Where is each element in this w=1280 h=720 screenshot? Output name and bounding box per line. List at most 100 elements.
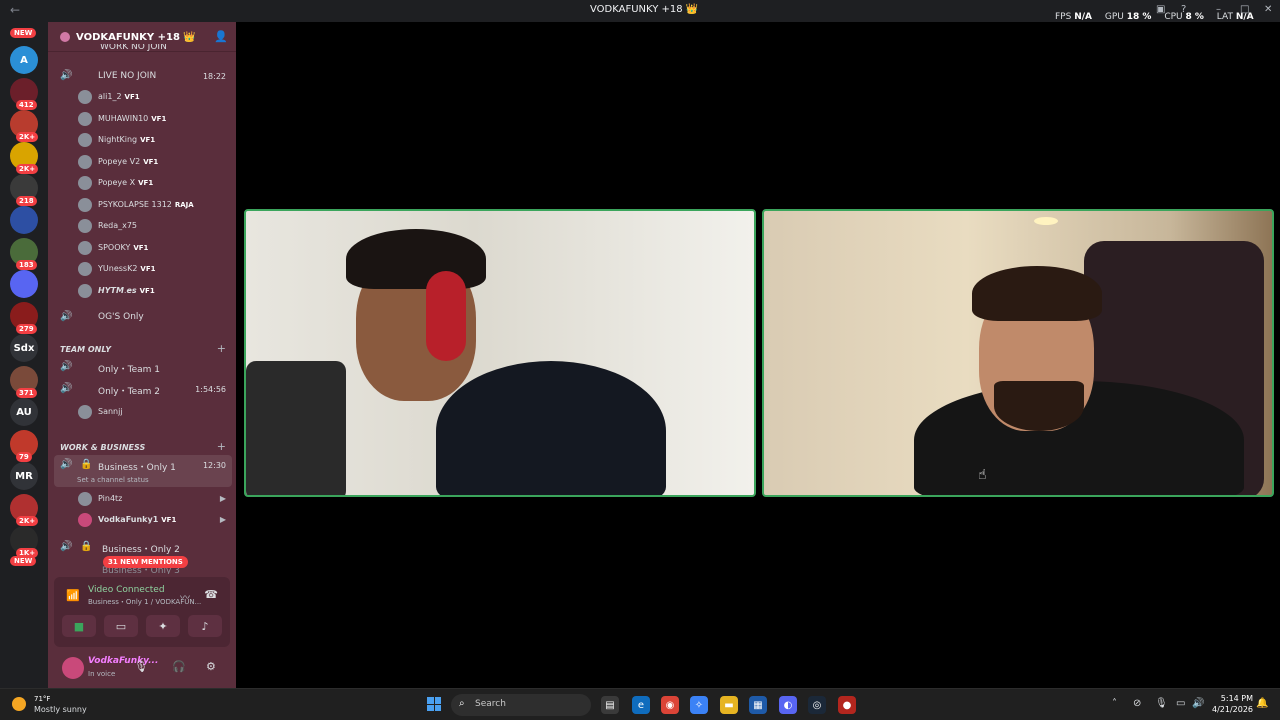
server-icon[interactable]: 183 (10, 238, 38, 270)
add-channel-icon[interactable]: + (217, 440, 226, 453)
notification-bell-icon[interactable]: 🔔 (1256, 698, 1268, 709)
server-icon[interactable]: MR (10, 462, 38, 490)
server-icon[interactable]: 412 (10, 78, 38, 110)
file-explorer-icon[interactable]: ▬ (720, 696, 738, 714)
server-icon[interactable]: 279 (10, 302, 38, 334)
tray-chevron-icon[interactable]: ˄ (1112, 698, 1117, 709)
store-icon[interactable]: ▦ (749, 696, 767, 714)
red-app-icon[interactable]: ● (838, 696, 856, 714)
username: 𝙃𝙔𝙏𝙈.𝙚𝙨 VF1 (98, 285, 155, 295)
server-icon[interactable]: 371 (10, 366, 38, 398)
channel-team-1[interactable]: 🔊 Only・Team 1 (48, 357, 236, 377)
channel-team-2[interactable]: 🔊 Only・Team 2 1:54:56 (48, 379, 236, 399)
voice-user[interactable]: 𝙃𝙔𝙏𝙈.𝙚𝙨 VF1 (48, 281, 236, 301)
screen-share-button[interactable]: ▭ (104, 615, 138, 637)
server-icon[interactable]: Sdx (10, 334, 38, 362)
server-label: A (20, 54, 28, 66)
server-icon[interactable]: AU (10, 398, 38, 426)
username: MUHAWIN10 VF1 (98, 113, 167, 123)
channel-status[interactable]: Set a channel status (77, 476, 149, 484)
headphones-icon[interactable]: 🎧 (172, 660, 186, 673)
voice-user[interactable]: NightKing VF1 (48, 130, 236, 150)
camera-button[interactable]: ■ (62, 615, 96, 637)
server-icon[interactable]: 2K+ (10, 110, 39, 142)
avatar (78, 513, 92, 527)
server-icon[interactable]: 2K+ (10, 494, 39, 526)
new-mentions-pill[interactable]: 31 NEW MENTIONS (103, 556, 188, 568)
server-icon[interactable] (10, 206, 38, 234)
lock-icon: 🔒 (80, 541, 93, 552)
role-tag: VF1 (151, 114, 167, 123)
voice-user[interactable]: SPOOKY VF1 (48, 238, 236, 258)
cpu-value: 8 % (1185, 12, 1204, 22)
voice-user[interactable]: Sannjj (48, 402, 236, 422)
server-icon[interactable]: 1K+ (10, 526, 39, 558)
close-icon[interactable]: ✕ (1264, 4, 1272, 15)
channel-ogs-only[interactable]: 🔊 OG'S Only (48, 307, 236, 327)
disconnect-icon[interactable]: ☎ (204, 588, 218, 601)
add-channel-icon[interactable]: + (217, 342, 226, 355)
guild-name: VODKAFUNKY +18 👑 (76, 32, 196, 43)
system-clock[interactable]: 5:14 PM 4/21/2026 (1212, 693, 1253, 715)
copilot-icon[interactable]: ✧ (690, 696, 708, 714)
invite-people-icon[interactable]: 👤 (214, 30, 228, 43)
discord-icon[interactable]: ◐ (779, 696, 797, 714)
chrome-icon[interactable]: ◉ (661, 696, 679, 714)
voice-user[interactable]: Popeye X VF1 (48, 173, 236, 193)
username: Reda_x75 (98, 221, 138, 230)
help-icon[interactable]: ? (1181, 4, 1186, 15)
server-icon[interactable]: A (10, 46, 38, 74)
role-tag: VF1 (124, 93, 140, 101)
server-icon[interactable] (10, 270, 38, 298)
maximize-icon[interactable]: □ (1240, 4, 1249, 15)
voice-user[interactable]: MUHAWIN10 VF1 (48, 109, 236, 129)
mention-badge: 218 (16, 196, 37, 206)
voice-status[interactable]: Video Connected (88, 585, 165, 595)
volume-icon[interactable]: 🔊 (1192, 698, 1204, 709)
task-view-icon[interactable]: ▤ (601, 696, 619, 714)
back-arrow-icon[interactable]: ← (10, 3, 20, 17)
channel-live-no-join[interactable]: 🔊 LIVE NO JOIN 18:22 (48, 66, 236, 86)
edge-icon[interactable]: e (632, 696, 650, 714)
minimize-icon[interactable]: – (1216, 4, 1221, 15)
new-unread-pill-bottom[interactable]: NEW (10, 556, 37, 566)
username: Sannjj (98, 407, 123, 416)
avatar[interactable] (62, 657, 84, 679)
voice-user[interactable]: ali1_2 VF1 (48, 87, 236, 107)
server-icon[interactable]: 2K+ (10, 142, 39, 174)
voice-user[interactable]: Popeye V2 VF1 (48, 152, 236, 172)
inbox-icon[interactable]: ▣ (1156, 4, 1165, 15)
category-team-only[interactable]: TEAM ONLY + (48, 340, 236, 358)
noise-suppression-icon[interactable]: 〰 (180, 589, 190, 604)
channel-business-only-2[interactable]: 🔊 🔒 Business・Only 2 (48, 537, 236, 557)
video-tile-participant-1[interactable] (244, 209, 756, 497)
user-status: In voice (88, 670, 116, 678)
avatar (78, 154, 92, 169)
tray-app-icon[interactable]: ⊘ (1133, 698, 1141, 709)
voice-user[interactable]: Reda_x75 (48, 216, 236, 236)
voice-user[interactable]: YUnessK2 VF1 (48, 259, 236, 279)
soundboard-button[interactable]: ♪ (188, 615, 222, 637)
taskbar-search[interactable]: ⌕ Search (451, 694, 591, 716)
voice-user[interactable]: Pin4tz ▶ (48, 489, 236, 509)
activities-button[interactable]: ✦ (146, 615, 180, 637)
settings-gear-icon[interactable]: ⚙ (206, 660, 216, 673)
category-work-business[interactable]: WORK & BUSINESS + (48, 438, 236, 456)
new-unread-pill-top[interactable]: NEW (10, 28, 37, 38)
avatar (78, 219, 92, 233)
server-icon[interactable]: 79 (10, 430, 38, 462)
server-icon[interactable]: 218 (10, 174, 38, 206)
steam-icon[interactable]: ◎ (808, 696, 826, 714)
voice-user[interactable]: PSYKOLAPSE 1312 RAJA (48, 195, 236, 215)
video-tile-participant-2[interactable] (762, 209, 1274, 497)
hand-cursor-icon: ☝ (978, 467, 987, 483)
signal-icon[interactable]: 📶 (66, 589, 80, 602)
channel-business-only-1[interactable]: 🔊 🔒 Business・Only 1 12:30 Set a channel … (54, 455, 232, 487)
network-icon[interactable]: ▭ (1176, 698, 1185, 709)
tray-mic-icon[interactable]: 🎙 (1155, 698, 1168, 709)
channel-work-no-join[interactable]: WORK NO JOIN (48, 44, 236, 56)
voice-user[interactable]: VodkaFunky1 VF1 ▶ (48, 510, 236, 530)
user-panel: VodkaFunky... In voice 🎙 🎧 ⚙ (48, 650, 236, 688)
microphone-icon[interactable]: 🎙 (134, 660, 148, 673)
windows-start-icon[interactable] (427, 697, 441, 711)
